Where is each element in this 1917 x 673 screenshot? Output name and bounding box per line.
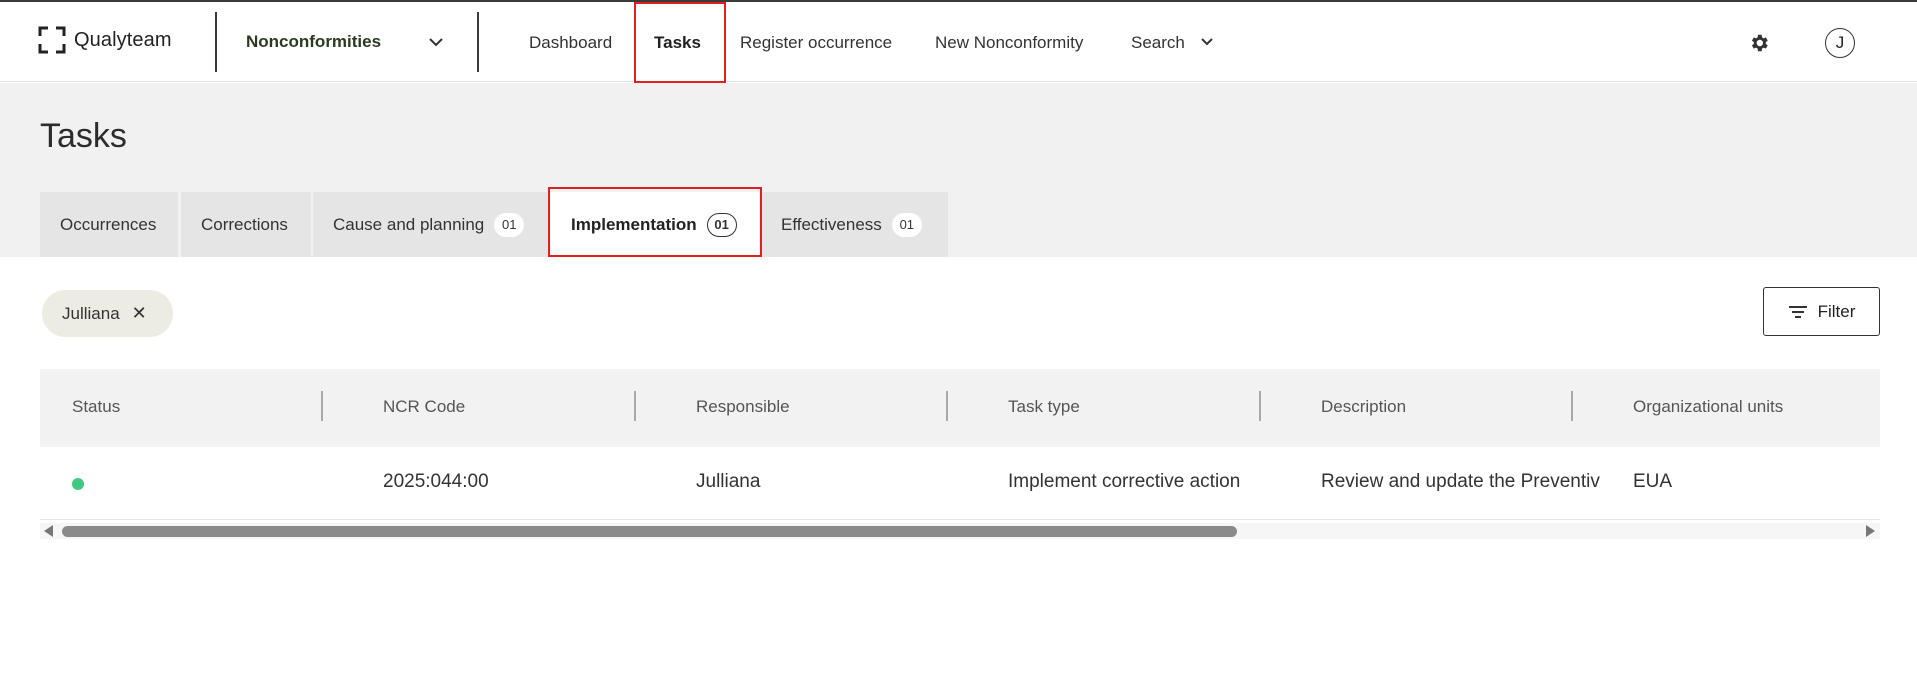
module-select[interactable]: Nonconformities	[246, 32, 381, 52]
header-divider	[215, 12, 217, 72]
column-header-ncr-code[interactable]: NCR Code	[383, 397, 465, 417]
logo-brackets-icon	[38, 26, 66, 54]
user-avatar[interactable]: J	[1825, 28, 1855, 58]
filter-icon	[1788, 305, 1807, 318]
tab-label: Cause and planning	[333, 214, 485, 234]
table-row[interactable]: 2025:044:00 Julliana Implement correctiv…	[40, 447, 1880, 520]
column-header-status[interactable]: Status	[72, 397, 120, 417]
filter-chip[interactable]: Julliana ✕	[42, 290, 173, 337]
column-header-task-type[interactable]: Task type	[1008, 397, 1080, 417]
scroll-right-arrow-icon[interactable]	[1866, 525, 1875, 537]
tab-occurrences[interactable]: Occurrences	[40, 192, 178, 257]
chevron-down-icon[interactable]	[428, 36, 444, 48]
column-resize-handle[interactable]	[1571, 391, 1573, 421]
nav-register-occurrence[interactable]: Register occurrence	[740, 33, 892, 53]
header-divider	[477, 12, 479, 72]
count-badge: 01	[494, 212, 525, 237]
cell-ncr-code: 2025:044:00	[383, 471, 489, 492]
column-resize-handle[interactable]	[946, 391, 948, 421]
brand-name: Qualyteam	[74, 28, 172, 51]
filter-button[interactable]: Filter	[1763, 287, 1880, 336]
close-icon[interactable]: ✕	[132, 303, 147, 324]
gear-icon[interactable]	[1748, 32, 1770, 54]
brand-logo[interactable]: Qualyteam	[38, 26, 172, 54]
nav-search[interactable]: Search	[1131, 33, 1185, 53]
cell-task-type: Implement corrective action	[1008, 471, 1241, 492]
filter-chip-label: Julliana	[62, 303, 120, 323]
table-header: Status NCR Code Responsible Task type De…	[40, 369, 1880, 447]
highlight-box	[634, 2, 726, 83]
nav-dashboard[interactable]: Dashboard	[529, 33, 612, 53]
tab-cause-and-planning[interactable]: Cause and planning 01	[313, 192, 548, 257]
highlight-box	[548, 187, 762, 257]
app-header: Qualyteam Nonconformities Dashboard Task…	[0, 2, 1917, 82]
tab-label: Effectiveness	[781, 214, 882, 234]
column-resize-handle[interactable]	[321, 391, 323, 421]
tab-label: Corrections	[201, 214, 288, 234]
nav-new-nonconformity[interactable]: New Nonconformity	[935, 33, 1083, 53]
filter-button-label: Filter	[1817, 301, 1856, 321]
cell-responsible: Julliana	[696, 471, 761, 492]
count-badge: 01	[891, 212, 922, 237]
column-resize-handle[interactable]	[634, 391, 636, 421]
tab-effectiveness[interactable]: Effectiveness 01	[761, 192, 948, 257]
tab-label: Occurrences	[60, 214, 157, 234]
chevron-down-icon[interactable]	[1200, 37, 1214, 47]
scroll-left-arrow-icon[interactable]	[44, 525, 53, 537]
column-header-responsible[interactable]: Responsible	[696, 397, 790, 417]
cell-org-units: EUA	[1633, 471, 1673, 492]
cell-description: Review and update the Preventiv	[1321, 471, 1600, 492]
tab-corrections[interactable]: Corrections	[181, 192, 311, 257]
column-header-description[interactable]: Description	[1321, 397, 1406, 417]
page-title: Tasks	[40, 117, 127, 155]
column-resize-handle[interactable]	[1259, 391, 1261, 421]
scrollbar-thumb[interactable]	[62, 526, 1237, 537]
status-indicator	[72, 478, 84, 490]
column-header-org-units[interactable]: Organizational units	[1633, 397, 1783, 417]
